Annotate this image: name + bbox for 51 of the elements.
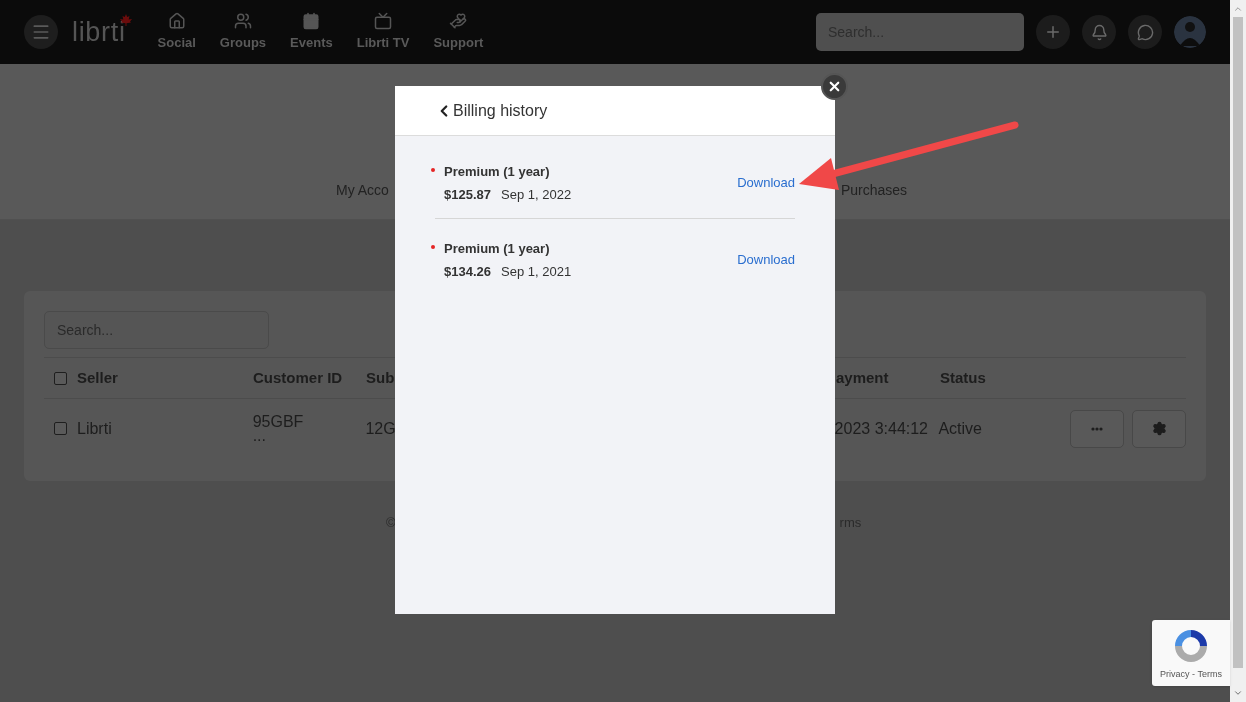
scroll-down-icon <box>1233 688 1243 698</box>
table-cell: 95GBF ... <box>252 414 304 443</box>
privacy-terms-links[interactable]: Privacy - Terms <box>1160 668 1222 682</box>
settings-button[interactable] <box>1132 409 1186 448</box>
nav-item[interactable]: Events <box>278 11 345 53</box>
nav-item[interactable]: Support <box>421 11 496 53</box>
notifications-button[interactable] <box>1082 15 1116 49</box>
column-header: Sub <box>366 367 395 388</box>
scrollbar[interactable] <box>1230 0 1246 702</box>
column-header: Status <box>940 367 986 388</box>
settings-icon <box>1151 421 1167 436</box>
menu-icon <box>31 22 51 42</box>
calendar-icon <box>302 11 321 30</box>
checkbox[interactable] <box>54 422 67 435</box>
bell-icon <box>1090 23 1108 41</box>
ellipsis-icon <box>1091 426 1104 431</box>
messages-button[interactable] <box>1128 15 1162 49</box>
amount: $125.87 <box>444 185 491 204</box>
logo[interactable]: librti <box>72 16 126 47</box>
close-icon <box>827 79 842 94</box>
plan-name: Premium (1 year) <box>444 163 551 181</box>
nav-item[interactable]: Librti TV <box>344 11 422 53</box>
table-cell: 12G <box>365 421 396 436</box>
tv-icon <box>374 11 393 30</box>
more-button[interactable] <box>1070 409 1125 448</box>
hand-heart-icon <box>449 11 468 30</box>
menu-button[interactable] <box>24 15 58 49</box>
scroll-up-icon <box>1233 4 1243 14</box>
amount: $134.26 <box>444 262 491 281</box>
table-cell: Active <box>938 421 982 436</box>
date: Sep 1, 2022 <box>501 185 572 204</box>
plus-icon <box>1044 23 1062 41</box>
chat-bubble-icon <box>1136 23 1154 41</box>
column-header: Customer ID <box>253 367 343 388</box>
add-button[interactable] <box>1036 15 1070 49</box>
column-header: Seller <box>77 367 118 388</box>
column-header: ayment <box>836 367 889 388</box>
download-link[interactable]: Download <box>737 173 795 193</box>
footer-text: © <box>386 514 396 532</box>
plan-name: Premium (1 year) <box>444 240 551 258</box>
people-icon <box>233 11 252 30</box>
house-icon <box>167 11 186 30</box>
table-cell: Librti <box>77 421 112 436</box>
checkbox[interactable] <box>54 371 67 385</box>
date: Sep 1, 2021 <box>501 262 572 281</box>
back-button[interactable]: Billing history <box>435 98 548 123</box>
nav-item[interactable]: Social <box>145 11 208 53</box>
avatar[interactable] <box>1174 16 1206 48</box>
nav-item[interactable]: Groups <box>207 11 279 53</box>
download-link[interactable]: Download <box>737 250 795 270</box>
table-cell: 2023 3:44:12 <box>834 421 928 436</box>
